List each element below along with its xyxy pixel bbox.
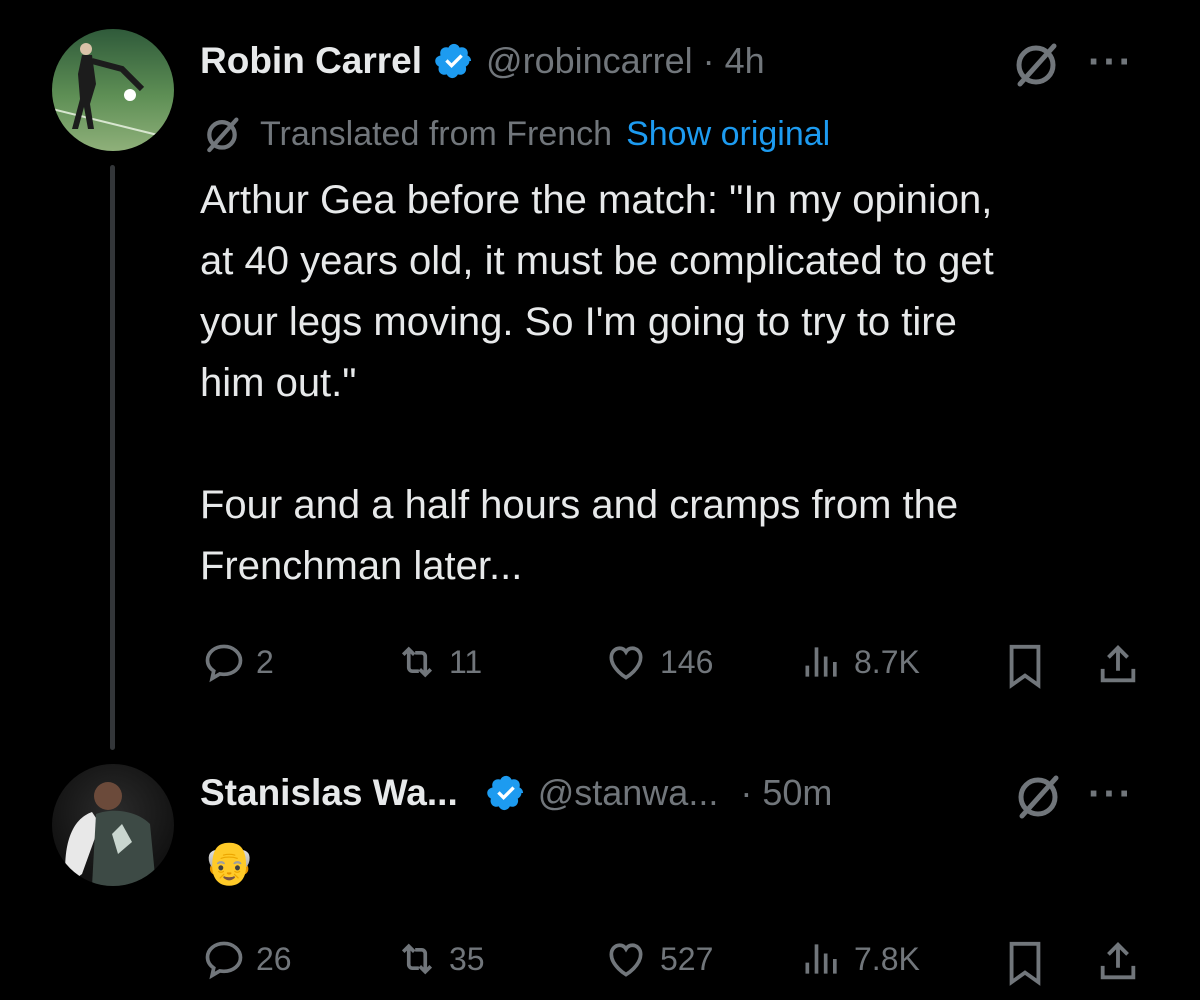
- repost-button[interactable]: 35: [395, 937, 485, 981]
- reply-button[interactable]: 26: [202, 937, 292, 981]
- translation-bar: Translated from French Show original: [200, 112, 830, 156]
- views-count: 8.7K: [854, 643, 920, 680]
- author-name[interactable]: Stanislas Wa...: [200, 772, 458, 814]
- thread-connector-line: [110, 165, 115, 750]
- like-icon: [609, 646, 643, 680]
- translate-icon: [207, 117, 239, 153]
- views-count: 7.8K: [854, 940, 920, 977]
- avatar-robin-carrel[interactable]: [52, 29, 174, 151]
- tweet2-text: 👴: [203, 839, 256, 886]
- author-handle[interactable]: @robincarrel: [486, 40, 693, 82]
- like-button[interactable]: 146: [602, 640, 713, 684]
- grok-icon[interactable]: [1010, 38, 1062, 90]
- tweet2-header: Stanislas Wa... @stanwa... · 50m: [200, 772, 832, 814]
- avatar-image: [52, 43, 174, 140]
- tweet-time[interactable]: · 4h: [703, 40, 765, 82]
- more-options-button[interactable]: ···: [1088, 40, 1134, 85]
- show-original-link[interactable]: Show original: [626, 115, 830, 154]
- views-button[interactable]: 7.8K: [800, 937, 920, 981]
- tweet-line: [200, 414, 1180, 475]
- bookmark-icon[interactable]: [1005, 940, 1045, 986]
- repost-count: 35: [449, 940, 485, 977]
- reply-button[interactable]: 2: [202, 640, 274, 684]
- verified-badge-icon: [435, 43, 472, 79]
- like-button[interactable]: 527: [602, 937, 713, 981]
- repost-icon: [401, 943, 433, 975]
- bookmark-icon[interactable]: [1005, 643, 1045, 689]
- author-name[interactable]: Robin Carrel: [200, 40, 422, 82]
- tweet1-text: Arthur Gea before the match: "In my opin…: [200, 170, 1180, 597]
- reply-icon: [205, 941, 243, 980]
- repost-count: 11: [449, 643, 483, 680]
- verified-badge-icon: [486, 775, 523, 811]
- avatar-image: [65, 782, 156, 886]
- tweet-line: him out.": [200, 361, 357, 405]
- share-icon[interactable]: [1095, 938, 1141, 986]
- like-icon: [609, 943, 643, 977]
- share-icon[interactable]: [1095, 641, 1141, 689]
- grok-icon[interactable]: [1012, 770, 1064, 822]
- tweet-time[interactable]: · 50m: [740, 772, 832, 814]
- views-button[interactable]: 8.7K: [800, 640, 920, 684]
- views-icon: [805, 647, 837, 677]
- repost-icon: [401, 646, 433, 678]
- tweet-line: at 40 years old, it must be complicated …: [200, 239, 994, 283]
- more-options-button[interactable]: ···: [1088, 772, 1134, 817]
- tweet-line: your legs moving. So I'm going to try to…: [200, 300, 957, 344]
- translated-label: Translated from French: [260, 114, 613, 153]
- tweet-line: Arthur Gea before the match: "In my opin…: [200, 178, 993, 222]
- author-handle[interactable]: @stanwa...: [538, 772, 719, 814]
- reply-icon: [205, 644, 243, 683]
- like-count: 527: [660, 940, 714, 977]
- avatar-stanislas[interactable]: [52, 764, 174, 886]
- reply-count: 2: [256, 643, 274, 680]
- tweet-line: Four and a half hours and cramps from th…: [200, 483, 959, 527]
- views-icon: [805, 944, 837, 974]
- tweet-line: Frenchman later...: [200, 544, 523, 588]
- like-count: 146: [660, 643, 714, 680]
- reply-count: 26: [256, 940, 292, 977]
- tweet1-header: Robin Carrel @robincarrel · 4h: [200, 40, 765, 82]
- repost-button[interactable]: 11: [395, 640, 482, 684]
